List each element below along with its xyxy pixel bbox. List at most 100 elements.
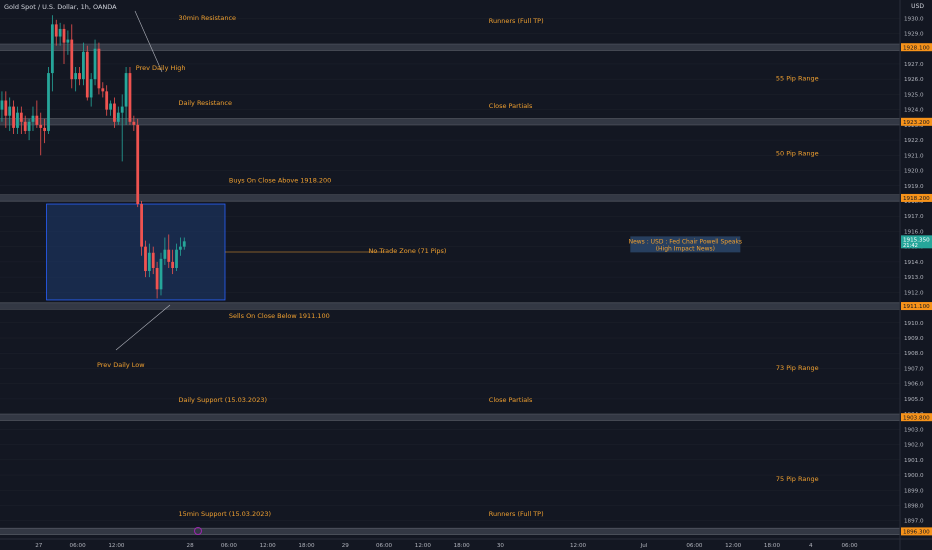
candle-body[interactable] xyxy=(159,258,163,290)
price-tick-label: 1908.0 xyxy=(904,351,924,357)
annotation-label: 55 Pip Range xyxy=(776,75,819,83)
time-tick-label: 4 xyxy=(809,543,813,549)
candle-body[interactable] xyxy=(132,121,136,125)
time-tick-label: 06:00 xyxy=(842,543,859,549)
annotation-label: 50 Pip Range xyxy=(776,149,819,157)
candle-body[interactable] xyxy=(62,28,66,43)
candle-body[interactable] xyxy=(105,91,109,110)
candle-body[interactable] xyxy=(128,73,132,122)
time-tick-label: 12:00 xyxy=(570,543,587,549)
candle-body[interactable] xyxy=(43,127,47,131)
news-line-2: (High Impact News) xyxy=(656,245,715,252)
countdown-label: 21:42 xyxy=(903,243,918,249)
candle-body[interactable] xyxy=(27,121,31,131)
level-price-tag-label: 1903.800 xyxy=(903,415,930,421)
candle-body[interactable] xyxy=(58,28,62,37)
no-trade-zone xyxy=(46,203,385,301)
time-tick-label: 28 xyxy=(187,543,195,549)
candle-body[interactable] xyxy=(0,100,4,110)
price-tick-label: 1924.0 xyxy=(904,108,924,114)
price-tick-label: 1906.0 xyxy=(904,382,924,388)
candle-body[interactable] xyxy=(66,39,70,43)
candle-body[interactable] xyxy=(151,252,155,268)
news-box[interactable]: News : USD : Fed Chair Powell Speaks(Hig… xyxy=(629,236,742,253)
candle-body[interactable] xyxy=(175,249,178,268)
candle-body[interactable] xyxy=(147,252,151,272)
currency-label: USD xyxy=(911,3,924,10)
price-tick-label: 1912.0 xyxy=(904,290,924,296)
candle-body[interactable] xyxy=(78,73,81,80)
level-price-tag-label: 1923.200 xyxy=(903,120,930,126)
candle-body[interactable] xyxy=(74,73,78,80)
level-price-tag-label: 1896.300 xyxy=(903,530,930,536)
time-tick-label: 18:00 xyxy=(764,543,781,549)
candle-body[interactable] xyxy=(93,48,97,80)
time-tick-label: 30 xyxy=(497,543,505,549)
candle-body[interactable] xyxy=(23,121,27,131)
candle-body[interactable] xyxy=(116,112,120,122)
candle-body[interactable] xyxy=(54,24,58,37)
candle-body[interactable] xyxy=(70,39,74,80)
annotation-label: Prev Daily Low xyxy=(97,361,145,369)
candle-body[interactable] xyxy=(35,115,39,125)
price-tick-label: 1921.0 xyxy=(904,153,924,159)
candle-body[interactable] xyxy=(4,100,8,116)
time-tick-label: 12:00 xyxy=(108,543,125,549)
annotation-label: No Trade Zone (71 Pips) xyxy=(369,247,447,255)
candle-body[interactable] xyxy=(50,24,54,74)
candle-body[interactable] xyxy=(39,124,43,128)
price-tick-label: 1914.0 xyxy=(904,260,924,266)
time-tick-label: 29 xyxy=(342,543,350,549)
time-tick-label: 06:00 xyxy=(221,543,238,549)
level-band xyxy=(0,302,900,310)
candle-body[interactable] xyxy=(120,106,124,113)
candle-body[interactable] xyxy=(163,249,167,259)
candle-body[interactable] xyxy=(31,115,35,122)
annotation-label: 30min Resistance xyxy=(178,14,236,22)
price-tick-label: 1899.0 xyxy=(904,488,924,494)
candle-body[interactable] xyxy=(155,267,159,290)
price-tick-label: 1903.0 xyxy=(904,427,924,433)
annotation-label: Buys On Close Above 1918.200 xyxy=(229,177,331,185)
price-tick-label: 1913.0 xyxy=(904,275,924,281)
candle-body[interactable] xyxy=(85,51,89,98)
candle-body[interactable] xyxy=(19,112,23,122)
price-tick-label: 1925.0 xyxy=(904,92,924,98)
candle-body[interactable] xyxy=(8,106,12,116)
annotation-label: 73 Pip Range xyxy=(776,364,819,372)
candle-body[interactable] xyxy=(167,249,171,262)
candle-body[interactable] xyxy=(89,79,93,98)
level-price-tag-label: 1911.100 xyxy=(903,304,930,310)
candle-body[interactable] xyxy=(113,103,116,122)
time-tick-label: 06:00 xyxy=(376,543,393,549)
candle-body[interactable] xyxy=(136,124,140,205)
chart-canvas[interactable]: 30min Resistance Runners (Full TP) Prev Da… xyxy=(0,0,932,550)
candle-body[interactable] xyxy=(97,48,101,89)
candle-body[interactable] xyxy=(182,241,186,247)
candle-body[interactable] xyxy=(101,88,105,92)
news-line-1: News : USD : Fed Chair Powell Speaks xyxy=(629,238,742,245)
candle-body[interactable] xyxy=(140,204,143,247)
level-band xyxy=(0,413,900,421)
candle-body[interactable] xyxy=(124,73,128,107)
candle-body[interactable] xyxy=(144,246,147,272)
price-tick-label: 1897.0 xyxy=(904,519,924,525)
annotation-label: 15min Support (15.03.2023) xyxy=(178,510,271,518)
annotation-label: Sells On Close Below 1911.100 xyxy=(229,312,330,320)
candle-body[interactable] xyxy=(82,51,85,80)
price-tick-label: 1917.0 xyxy=(904,214,924,220)
price-tick-label: 1902.0 xyxy=(904,443,924,449)
level-price-tag-label: 1918.200 xyxy=(903,196,930,202)
price-tick-label: 1920.0 xyxy=(904,169,924,175)
price-tick-label: 1910.0 xyxy=(904,321,924,327)
candle-body[interactable] xyxy=(171,261,175,268)
price-axis[interactable]: 1897.0 1898.0 1899.0 1900.0 1901.0 1902.0 1903… xyxy=(899,0,932,550)
annotation-label: Daily Support (15.03.2023) xyxy=(178,396,267,404)
candle-body[interactable] xyxy=(12,106,15,128)
candle-body[interactable] xyxy=(16,112,19,128)
candle-body[interactable] xyxy=(109,103,112,110)
candle-body[interactable] xyxy=(47,73,50,131)
time-tick-label: 06:00 xyxy=(70,543,87,549)
candle-body[interactable] xyxy=(178,246,182,250)
time-tick-label: 27 xyxy=(35,543,43,549)
